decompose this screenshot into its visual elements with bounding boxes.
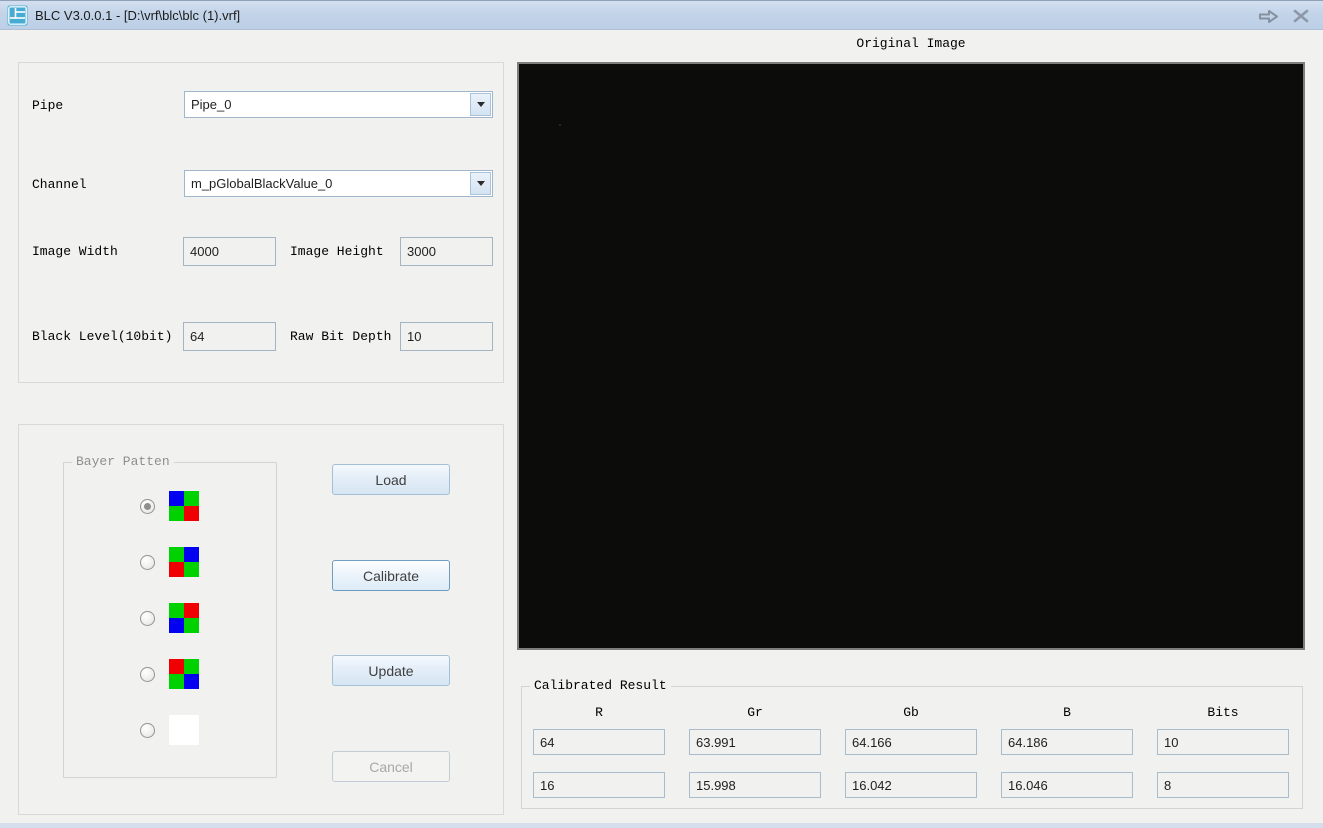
result-r-10bit-field[interactable]: 64: [533, 729, 665, 755]
image-width-label: Image Width: [32, 244, 118, 259]
black-level-label: Black Level(10bit): [32, 329, 173, 344]
bayer-radio-bggr[interactable]: [140, 499, 155, 514]
original-image-view[interactable]: [517, 62, 1305, 650]
bayer-cell: [184, 491, 199, 506]
bayer-cell: [184, 674, 199, 689]
bayer-cell: [169, 674, 184, 689]
result-col-header-b: B: [1063, 705, 1071, 720]
bayer-swatch-bggr: [169, 491, 199, 521]
result-r-8bit-field[interactable]: 16: [533, 772, 665, 798]
raw-bit-depth-label: Raw Bit Depth: [290, 329, 392, 344]
result-b-8bit-field[interactable]: 16.046: [1001, 772, 1133, 798]
result-gr-10bit-field[interactable]: 63.991: [689, 729, 821, 755]
title-bar: BLC V3.0.0.1 - [D:\vrf\blc\blc (1).vrf]: [0, 0, 1323, 30]
bayer-swatch-mono: [169, 715, 199, 745]
update-button[interactable]: Update: [332, 655, 450, 686]
bayer-swatch-gbrg: [169, 547, 199, 577]
app-icon: [7, 5, 28, 25]
channel-select[interactable]: m_pGlobalBlackValue_0: [184, 170, 493, 197]
image-width-field[interactable]: 4000: [183, 237, 276, 266]
calibrate-button[interactable]: Calibrate: [332, 560, 450, 591]
pipe-dropdown-arrow-icon[interactable]: [470, 93, 491, 116]
bayer-cell: [169, 715, 184, 730]
bayer-cell: [184, 730, 199, 745]
original-image-title: Original Image: [856, 36, 966, 51]
bayer-radio-gbrg[interactable]: [140, 555, 155, 570]
result-col-header-r: R: [595, 705, 603, 720]
close-button[interactable]: [1289, 6, 1313, 26]
bayer-swatch-grbg: [169, 603, 199, 633]
bayer-swatch-rggb: [169, 659, 199, 689]
cancel-button: Cancel: [332, 751, 450, 782]
calibrated-result-legend: Calibrated Result: [530, 678, 671, 693]
image-noise: [559, 124, 561, 126]
bayer-cell: [184, 603, 199, 618]
channel-label: Channel: [32, 177, 87, 192]
bayer-cell: [169, 618, 184, 633]
bayer-radio-rggb[interactable]: [140, 667, 155, 682]
image-height-label: Image Height: [290, 244, 384, 259]
bayer-radio-grbg[interactable]: [140, 611, 155, 626]
result-col-header-gb: Gb: [903, 705, 919, 720]
bayer-cell: [169, 562, 184, 577]
channel-dropdown-arrow-icon[interactable]: [470, 172, 491, 195]
black-level-field[interactable]: 64: [183, 322, 276, 351]
bayer-cell: [184, 506, 199, 521]
bayer-cell: [184, 659, 199, 674]
image-height-field[interactable]: 3000: [400, 237, 493, 266]
result-bits-8bit-field[interactable]: 8: [1157, 772, 1289, 798]
raw-bit-depth-field[interactable]: 10: [400, 322, 493, 351]
bayer-cell: [184, 547, 199, 562]
bayer-cell: [169, 491, 184, 506]
result-gb-8bit-field[interactable]: 16.042: [845, 772, 977, 798]
bayer-pattern-legend: Bayer Patten: [72, 454, 174, 469]
result-b-10bit-field[interactable]: 64.186: [1001, 729, 1133, 755]
load-button[interactable]: Load: [332, 464, 450, 495]
bayer-cell: [184, 715, 199, 730]
result-col-header-bits: Bits: [1207, 705, 1239, 720]
result-col-header-gr: Gr: [747, 705, 763, 720]
bayer-cell: [169, 547, 184, 562]
undock-arrow-button[interactable]: [1256, 6, 1280, 26]
blc-app-window: BLC V3.0.0.1 - [D:\vrf\blc\blc (1).vrf] …: [0, 0, 1323, 828]
bayer-cell: [184, 562, 199, 577]
bayer-cell: [169, 730, 184, 745]
channel-selected-value: m_pGlobalBlackValue_0: [191, 176, 333, 191]
bayer-cell: [184, 618, 199, 633]
window-title: BLC V3.0.0.1 - [D:\vrf\blc\blc (1).vrf]: [35, 7, 241, 23]
window-frame-bottom: [0, 823, 1323, 828]
bayer-cell: [169, 603, 184, 618]
result-gr-8bit-field[interactable]: 15.998: [689, 772, 821, 798]
result-bits-10bit-field[interactable]: 10: [1157, 729, 1289, 755]
bayer-cell: [169, 506, 184, 521]
pipe-selected-value: Pipe_0: [191, 97, 232, 112]
pipe-select[interactable]: Pipe_0: [184, 91, 493, 118]
bayer-radio-mono[interactable]: [140, 723, 155, 738]
result-gb-10bit-field[interactable]: 64.166: [845, 729, 977, 755]
bayer-cell: [169, 659, 184, 674]
pipe-label: Pipe: [32, 98, 64, 113]
